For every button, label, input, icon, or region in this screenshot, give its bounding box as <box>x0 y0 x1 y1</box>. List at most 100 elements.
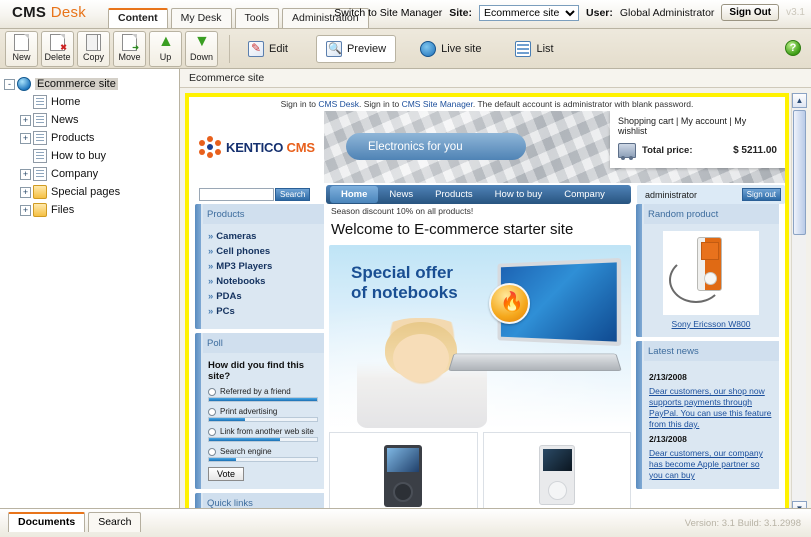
preview-scrollbar[interactable]: ▲ ▼ <box>791 93 807 516</box>
vote-button[interactable]: Vote <box>208 467 245 481</box>
news-link[interactable]: Dear customers, our shop now supports pa… <box>649 386 773 430</box>
mode-edit-label: Edit <box>269 42 288 55</box>
tree-node-files[interactable]: + Files <box>4 201 179 219</box>
radio-icon[interactable] <box>208 447 216 456</box>
site-logo[interactable]: KENTICO CMS <box>189 111 324 183</box>
products-widget-title: Products <box>203 204 324 224</box>
nav-item-news[interactable]: News <box>378 186 424 203</box>
copy-document-icon <box>86 33 101 51</box>
product-link-label: MP3 Players <box>216 261 273 272</box>
poll-bar <box>208 397 318 402</box>
expand-icon[interactable]: + <box>20 132 31 144</box>
news-link[interactable]: Dear customers, our company has become A… <box>649 448 773 481</box>
body-split: - Ecommerce site Home + News + Products <box>0 69 811 516</box>
product-card-light-ipod[interactable] <box>482 432 631 512</box>
nav-item-home[interactable]: Home <box>330 186 379 203</box>
mode-live-site-button[interactable]: Live site <box>410 35 491 63</box>
page-icon <box>33 95 47 109</box>
nav-item-company[interactable]: Company <box>553 186 616 203</box>
tab-my-desk[interactable]: My Desk <box>170 8 232 28</box>
tree-node-label: Special pages <box>51 186 121 198</box>
live-preview-frame: Sign in to CMS Desk. Sign in to CMS Site… <box>185 93 789 516</box>
special-offer-banner[interactable]: Special offer of notebooks <box>329 245 631 428</box>
radio-icon[interactable] <box>208 427 216 436</box>
list-icon <box>515 40 532 57</box>
mode-edit-button[interactable]: Edit <box>238 35 298 63</box>
expand-icon[interactable]: + <box>20 186 31 198</box>
random-product-link[interactable]: Sony Ericsson W800 <box>649 319 773 329</box>
move-button[interactable]: ➜ Move <box>113 30 146 67</box>
expand-icon[interactable]: + <box>20 168 31 180</box>
down-button[interactable]: ▼ Down <box>185 30 218 67</box>
sign-out-button[interactable]: Sign Out <box>721 4 780 21</box>
preview-pane: Ecommerce site ▲ ▼ Sign in to CMS Desk. … <box>180 69 811 516</box>
page-icon <box>33 131 47 145</box>
tree-node-home[interactable]: Home <box>4 93 179 111</box>
tab-documents[interactable]: Documents <box>8 512 86 532</box>
site-root: Sign in to CMS Desk. Sign in to CMS Site… <box>189 97 785 512</box>
poll-option-label: Link from another web site <box>220 427 314 436</box>
tab-search[interactable]: Search <box>88 512 142 532</box>
site-select[interactable]: Ecommerce site <box>479 4 580 21</box>
tree-node-how-to-buy[interactable]: How to buy <box>4 147 179 165</box>
mode-preview-button[interactable]: Preview <box>315 34 397 63</box>
tree-node-products[interactable]: + Products <box>4 129 179 147</box>
tab-content[interactable]: Content <box>108 8 168 28</box>
tree-node-company[interactable]: + Company <box>4 165 179 183</box>
switch-to-site-manager-link[interactable]: Switch to Site Manager <box>334 7 442 19</box>
mode-list-button[interactable]: List <box>505 35 563 63</box>
cms-site-manager-link[interactable]: CMS Site Manager <box>402 99 473 109</box>
search-button[interactable]: Search <box>275 188 311 201</box>
poll-bar <box>208 437 318 442</box>
products-widget: Products » Cameras » Cell phones » MP3 Play… <box>195 204 324 329</box>
poll-option-print[interactable]: Print advertising <box>208 407 318 416</box>
copy-button[interactable]: Copy <box>77 30 110 67</box>
scrollbar-thumb[interactable] <box>793 110 806 235</box>
product-card-dark-ipod[interactable] <box>329 432 478 512</box>
bottom-status-bar: Documents Search Version: 3.1 Build: 3.1… <box>0 508 811 537</box>
products-widget-body: » Cameras » Cell phones » MP3 Players » Note… <box>203 224 324 329</box>
product-link-mp3-players[interactable]: » MP3 Players <box>208 261 318 272</box>
latest-news-body: 2/13/2008 Dear customers, our shop now s… <box>644 361 779 489</box>
move-document-icon: ➜ <box>122 33 139 51</box>
product-link-pcs[interactable]: » PCs <box>208 306 318 317</box>
poll-option-search[interactable]: Search engine <box>208 447 318 456</box>
expand-icon[interactable]: + <box>20 204 31 216</box>
copy-button-label: Copy <box>82 51 104 62</box>
site-sign-out-button[interactable]: Sign out <box>741 188 781 201</box>
poll-option-referred[interactable]: Referred by a friend <box>208 387 318 396</box>
poll-option-link[interactable]: Link from another web site <box>208 427 318 436</box>
expand-icon[interactable]: + <box>20 114 31 126</box>
product-link-pdas[interactable]: » PDAs <box>208 291 318 302</box>
nav-item-products[interactable]: Products <box>424 186 484 203</box>
tree-node-special-pages[interactable]: + Special pages <box>4 183 179 201</box>
tab-tools[interactable]: Tools <box>234 8 280 28</box>
nav-item-how-to-buy[interactable]: How to buy <box>484 186 554 203</box>
scroll-up-icon[interactable]: ▲ <box>792 93 807 108</box>
chevron-icon: » <box>208 276 214 287</box>
tree-node-ecommerce-site[interactable]: - Ecommerce site <box>4 75 179 93</box>
delete-button[interactable]: ✖ Delete <box>41 30 74 67</box>
breadcrumb: Ecommerce site <box>180 69 811 88</box>
help-icon[interactable]: ? <box>785 40 801 56</box>
random-product-image[interactable] <box>663 231 759 315</box>
radio-icon[interactable] <box>208 387 216 396</box>
tree-node-label: How to buy <box>51 150 107 162</box>
product-link-cameras[interactable]: » Cameras <box>208 231 318 242</box>
news-date: 2/13/2008 <box>649 434 687 444</box>
new-button[interactable]: New <box>5 30 38 67</box>
tree-node-news[interactable]: + News <box>4 111 179 129</box>
laptop-photo <box>448 257 622 381</box>
search-input[interactable] <box>199 188 274 201</box>
cart-links[interactable]: Shopping cart | My account | My wishlist <box>618 116 777 136</box>
collapse-icon[interactable]: - <box>4 78 15 90</box>
radio-icon[interactable] <box>208 407 216 416</box>
product-link-notebooks[interactable]: » Notebooks <box>208 276 318 287</box>
globe-icon <box>420 40 437 57</box>
move-button-label: Move <box>118 51 141 62</box>
product-link-cell-phones[interactable]: » Cell phones <box>208 246 318 257</box>
cart-total-value: $ 5211.00 <box>733 145 777 156</box>
cms-desk-link[interactable]: CMS Desk <box>318 99 359 109</box>
chevron-icon: » <box>208 231 214 242</box>
up-button[interactable]: ▲ Up <box>149 30 182 67</box>
